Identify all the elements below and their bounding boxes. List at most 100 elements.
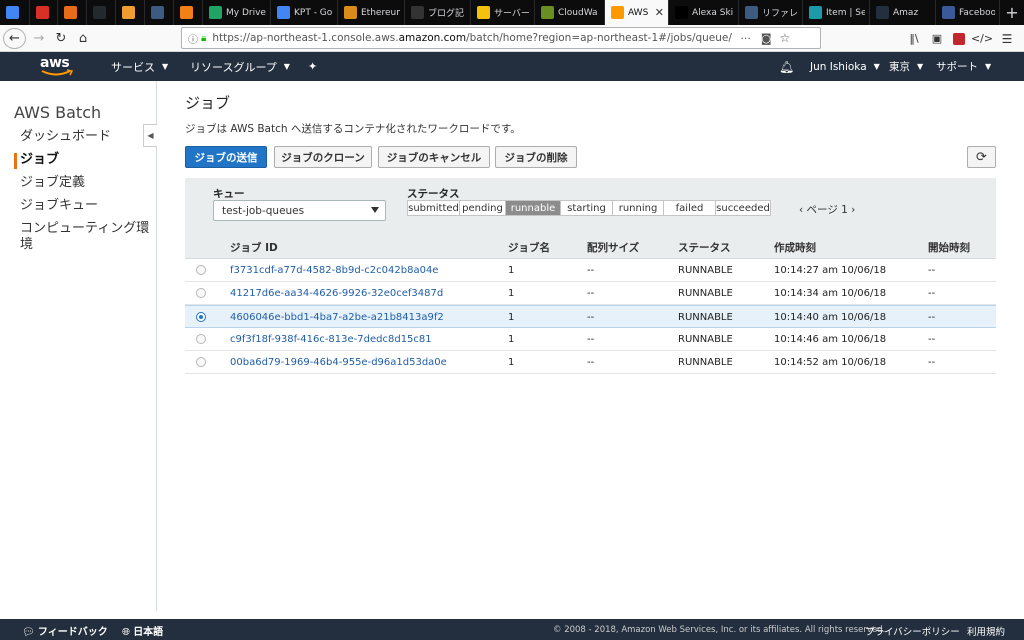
refresh-button[interactable]: ⟳ (967, 146, 996, 168)
language-selector[interactable]: 🌐︎ 日本語 (122, 623, 163, 638)
browser-tab[interactable] (174, 0, 203, 25)
page-actions-icon[interactable]: ··· (740, 32, 751, 45)
sidebar-collapse-button[interactable]: ◀ (143, 124, 157, 147)
back-button[interactable]: ← (3, 28, 26, 49)
sidebar-toggle-button[interactable]: ▣ (929, 28, 945, 49)
browser-tab[interactable] (0, 0, 30, 25)
browser-tab[interactable]: Amaz (870, 0, 936, 25)
row-radio-button[interactable] (196, 357, 206, 367)
browser-tab[interactable] (30, 0, 58, 25)
column-header-started-at[interactable]: 開始時刻 (928, 240, 970, 255)
sidebar-item-dashboard[interactable]: ダッシュボード (20, 129, 150, 145)
browser-tab[interactable]: サーバーエ (471, 0, 535, 25)
sidebar-item-compute-environments[interactable]: コンピューティング環境 (20, 221, 150, 253)
status-filter-failed[interactable]: failed (664, 201, 716, 215)
feedback-link[interactable]: 💬︎ フィードバック (22, 623, 108, 638)
cell-started: -- (928, 265, 936, 276)
aws-smile-icon (41, 69, 74, 76)
submit-job-button[interactable]: ジョブの送信 (185, 146, 267, 168)
notifications-button[interactable]: 🔔︎ (779, 52, 794, 81)
close-tab-icon[interactable]: ✕ (655, 6, 664, 19)
browser-tab[interactable]: リファレン (739, 0, 803, 25)
delete-job-button[interactable]: ジョブの削除 (495, 146, 577, 168)
arrow-right-icon: → (33, 31, 45, 46)
pocket-icon[interactable]: ◙ (761, 32, 772, 45)
forward-button[interactable]: → (30, 28, 48, 49)
status-filter-running[interactable]: running (613, 201, 664, 215)
browser-tab[interactable]: CloudWa (535, 0, 605, 25)
cell-name: 1 (508, 265, 515, 276)
status-filter-succeeded[interactable]: succeeded (716, 201, 770, 215)
sidebar-item-job-queues[interactable]: ジョブキュー (20, 198, 150, 214)
column-header-array-size[interactable]: 配列サイズ (587, 240, 639, 255)
privacy-policy-link[interactable]: プライバシーポリシー (865, 624, 960, 638)
status-filter-starting[interactable]: starting (561, 201, 613, 215)
region-menu[interactable]: 東京 ▼ (889, 52, 923, 81)
column-header-job-id[interactable]: ジョブ ID (230, 240, 278, 255)
row-radio-button[interactable] (196, 334, 206, 344)
job-id-link[interactable]: 00ba6d79-1969-46b4-955e-d96a1d53da0e (230, 357, 447, 368)
lock-icon[interactable]: 🔒︎ (201, 33, 206, 44)
home-icon: ⌂ (78, 31, 88, 46)
cancel-job-button[interactable]: ジョブのキャンセル (378, 146, 490, 168)
column-header-status[interactable]: ステータス (678, 240, 731, 255)
browser-tab[interactable]: Alexa Ski (669, 0, 739, 25)
browser-tab[interactable] (87, 0, 116, 25)
column-header-job-name[interactable]: ジョブ名 (508, 240, 550, 255)
browser-tab[interactable]: Item | Se (803, 0, 870, 25)
column-header-created-at[interactable]: 作成時刻 (774, 240, 816, 255)
table-row[interactable]: 00ba6d79-1969-46b4-955e-d96a1d53da0e 1 -- R… (185, 351, 996, 374)
status-filter-runnable[interactable]: runnable (506, 201, 561, 215)
browser-tab[interactable]: Facebook (936, 0, 1000, 25)
home-button[interactable]: ⌂ (74, 28, 92, 49)
sidebar-item-jobs[interactable]: ジョブ (20, 152, 150, 168)
services-menu[interactable]: サービス ▼ (111, 52, 168, 81)
info-icon[interactable]: ⓘ (188, 31, 198, 46)
terms-link[interactable]: 利用規約 (967, 624, 1005, 638)
status-filter-submitted[interactable]: submitted (408, 201, 460, 215)
browser-tab[interactable]: My Drive (203, 0, 271, 25)
browser-tab[interactable]: AWS B ✕ (605, 0, 669, 25)
devtools-button[interactable]: </> (971, 28, 993, 49)
cell-array-size: -- (587, 265, 595, 276)
browser-tab[interactable]: KPT - Go (271, 0, 338, 25)
reload-button[interactable]: ↻ (52, 28, 70, 49)
aws-logo[interactable]: aws (40, 55, 76, 77)
pin-button[interactable]: ✦ (308, 52, 317, 81)
job-id-link[interactable]: 4606046e-bbd1-4ba7-a2be-a21b8413a9f2 (230, 312, 444, 323)
row-radio-button[interactable] (196, 265, 206, 275)
resource-groups-menu[interactable]: リソースグループ ▼ (190, 52, 290, 81)
sidebar-item-job-definitions[interactable]: ジョブ定義 (20, 175, 150, 191)
browser-tab[interactable]: Ethereum (338, 0, 405, 25)
amazon-icon (876, 6, 889, 19)
job-id-link[interactable]: f3731cdf-a77d-4582-8b9d-c2c042b8a04e (230, 265, 438, 276)
job-id-link[interactable]: 41217d6e-aa34-4626-9926-32e0cef3487d (230, 288, 443, 299)
browser-tab[interactable] (116, 0, 145, 25)
cell-status: RUNNABLE (678, 288, 733, 299)
browser-tab[interactable]: ブログ記 (405, 0, 471, 25)
clone-job-button[interactable]: ジョブのクローン (274, 146, 372, 168)
browser-tab[interactable] (145, 0, 174, 25)
table-row[interactable]: c9f3f18f-938f-416c-813e-7dedc8d15c81 1 -- R… (185, 328, 996, 351)
tab-icon (344, 6, 357, 19)
bookmark-star-icon[interactable]: ☆ (780, 31, 791, 45)
tab-icon (541, 6, 554, 19)
user-menu[interactable]: Jun Ishioka ▼ (810, 52, 880, 81)
table-row[interactable]: 4606046e-bbd1-4ba7-a2be-a21b8413a9f2 1 -- R… (185, 305, 996, 328)
library-button[interactable]: ‖\ (905, 28, 923, 49)
status-filter-pending[interactable]: pending (460, 201, 506, 215)
url-text[interactable]: https://ap-northeast-1.console.aws.amazo… (212, 32, 732, 44)
table-row[interactable]: 41217d6e-aa34-4626-9926-32e0cef3487d 1 -- R… (185, 282, 996, 305)
menu-button[interactable]: ☰ (998, 28, 1016, 49)
job-id-link[interactable]: c9f3f18f-938f-416c-813e-7dedc8d15c81 (230, 334, 432, 345)
browser-tab[interactable] (58, 0, 87, 25)
table-row[interactable]: f3731cdf-a77d-4582-8b9d-c2c042b8a04e 1 -- R… (185, 259, 996, 282)
new-tab-button[interactable]: + (1000, 0, 1024, 25)
queue-select[interactable]: test-job-queues (213, 200, 386, 221)
extension-button[interactable] (951, 28, 967, 49)
support-menu[interactable]: サポート ▼ (936, 52, 991, 81)
row-radio-button[interactable] (196, 288, 206, 298)
row-radio-button[interactable] (196, 312, 206, 322)
url-bar[interactable]: ⓘ 🔒︎ https://ap-northeast-1.console.aws.… (181, 27, 821, 49)
pagination[interactable]: ‹ ページ 1 › (799, 202, 855, 217)
